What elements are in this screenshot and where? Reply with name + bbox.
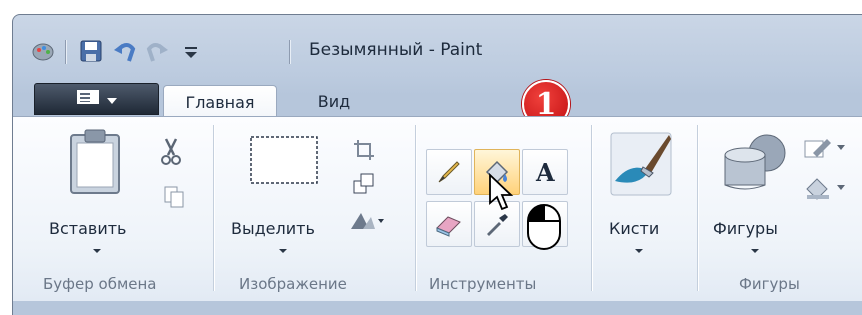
mouse-cursor-icon (488, 172, 522, 225)
brush-icon[interactable] (609, 131, 673, 201)
tools-grid: A (426, 149, 574, 253)
crop-icon[interactable] (353, 139, 375, 165)
group-separator (697, 125, 699, 291)
fill-shape-icon[interactable] (803, 175, 847, 205)
image-group-label: Изображение (239, 275, 347, 293)
tools-group-label: Инструменты (429, 275, 537, 293)
redo-icon[interactable] (143, 37, 171, 69)
shapes-group-label: Фигуры (739, 275, 800, 293)
rotate-icon[interactable] (349, 209, 385, 235)
brushes-dropdown-icon[interactable] (635, 249, 643, 253)
shapes-icon[interactable] (721, 133, 791, 199)
chevron-down-icon (106, 90, 118, 109)
tab-view[interactable]: Вид (293, 85, 375, 117)
group-separator (415, 125, 417, 291)
pencil-tool[interactable] (426, 149, 472, 195)
mouse-left-click-icon (526, 203, 562, 255)
svg-text:A: A (535, 158, 555, 186)
eraser-tool[interactable] (426, 201, 472, 247)
file-menu-button[interactable] (34, 83, 159, 115)
customize-qa-icon[interactable] (177, 37, 205, 69)
qa-separator (65, 40, 67, 64)
group-separator (591, 125, 593, 291)
paste-dropdown-icon[interactable] (93, 249, 101, 253)
select-dropdown-icon[interactable] (279, 249, 287, 253)
paint-window: Безымянный - Paint Главная Вид 1 Вставит… (12, 14, 862, 315)
text-tool[interactable]: A (522, 149, 568, 195)
paste-icon[interactable] (67, 129, 123, 199)
clipboard-group-label: Буфер обмена (43, 275, 157, 293)
title-bar: Безымянный - Paint (13, 15, 862, 79)
shapes-button[interactable]: Фигуры (713, 219, 778, 238)
ribbon: Вставить Буфер обмена Выделить Изображен… (13, 116, 862, 301)
paint-app-icon[interactable] (29, 37, 57, 69)
tab-home[interactable]: Главная (163, 85, 277, 118)
paste-button[interactable]: Вставить (49, 219, 126, 238)
outline-icon[interactable] (803, 135, 847, 165)
brushes-button[interactable]: Кисти (609, 219, 659, 238)
select-button[interactable]: Выделить (231, 219, 315, 238)
undo-icon[interactable] (111, 37, 139, 69)
title-separator (289, 40, 291, 64)
select-icon[interactable] (249, 135, 319, 189)
shapes-dropdown-icon[interactable] (751, 249, 759, 253)
cut-icon[interactable] (159, 137, 183, 171)
window-title: Безымянный - Paint (309, 40, 483, 60)
group-separator (213, 125, 215, 291)
save-icon[interactable] (77, 37, 105, 69)
copy-icon[interactable] (163, 185, 185, 213)
file-menu-icon (76, 89, 100, 109)
resize-icon[interactable] (353, 173, 375, 199)
